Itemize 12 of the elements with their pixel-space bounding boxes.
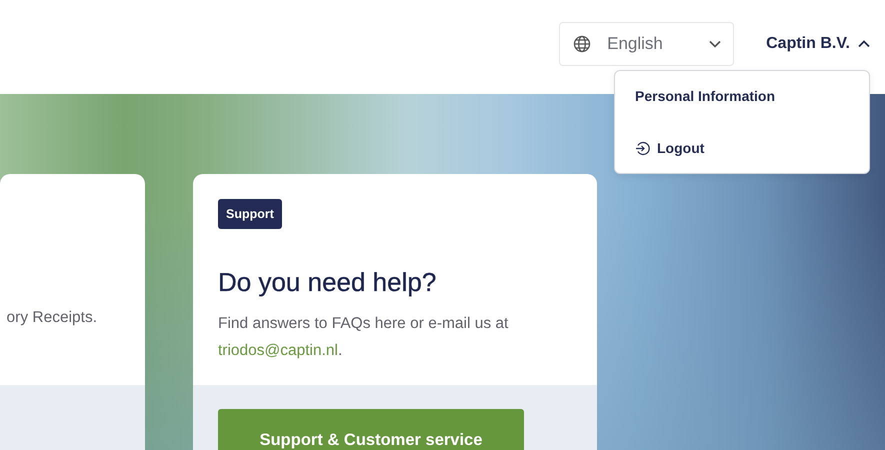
globe-icon [573, 35, 592, 53]
chevron-up-icon [858, 40, 870, 48]
chevron-down-icon [709, 40, 722, 48]
card-text: Find answers to FAQs here or e-mail us at triodos@captin.nl. [218, 314, 510, 361]
language-select[interactable]: English [559, 22, 734, 66]
card-text: ory Receipts. [6, 308, 98, 328]
category-badge: Support [218, 199, 282, 229]
card-title: Do you need help? [218, 267, 438, 298]
menu-item[interactable]: Personal Information [615, 79, 869, 113]
sign-in-icon [635, 140, 650, 156]
account-menu-button[interactable]: Captin B.V. [766, 22, 870, 66]
logout-item[interactable]: Logout [615, 131, 869, 165]
